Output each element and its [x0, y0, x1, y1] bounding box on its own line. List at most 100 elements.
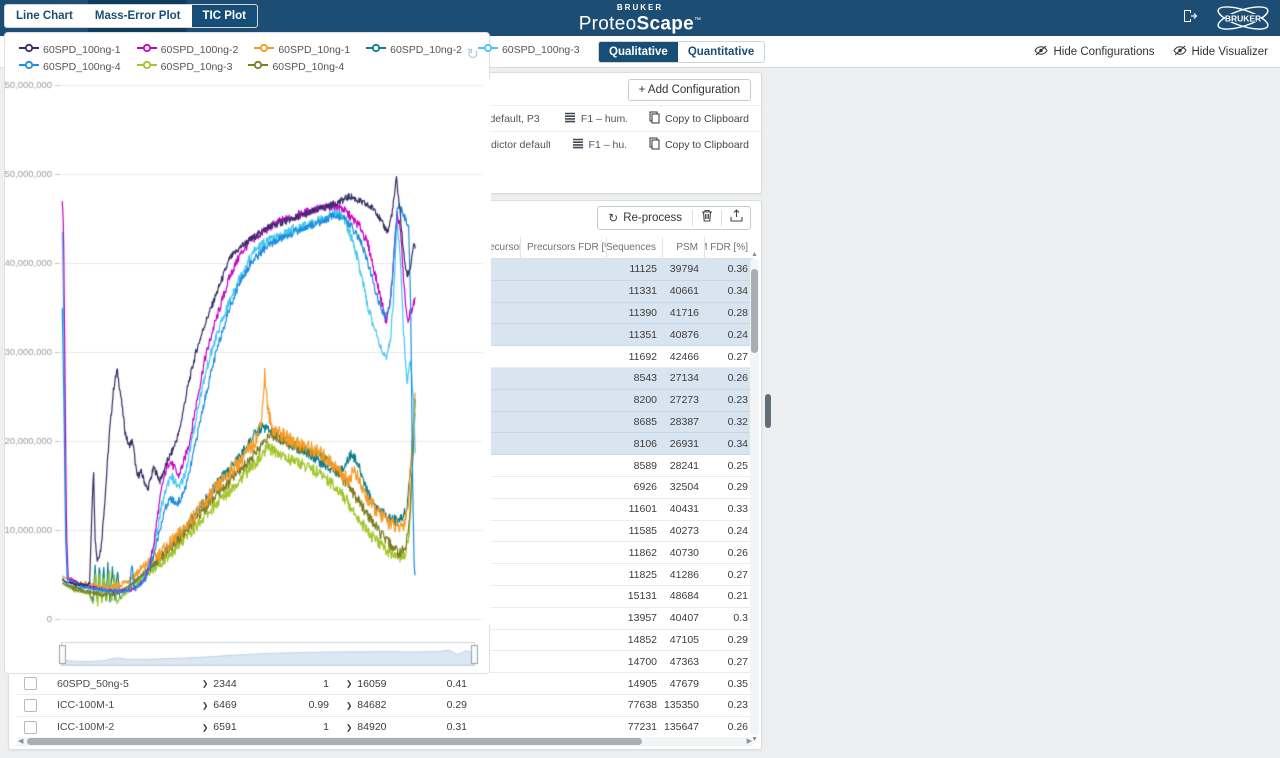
- reprocess-button[interactable]: ↻ Re-process: [598, 207, 692, 229]
- psm-cell: 27273: [663, 390, 705, 411]
- precursors-cell: [473, 695, 521, 716]
- sequences-cell: 11585: [607, 521, 663, 542]
- sequences-cell: 13957: [607, 608, 663, 629]
- precursors-cell: [473, 717, 521, 737]
- row-checkbox[interactable]: [24, 677, 37, 690]
- peptides-expand[interactable]: ❯84920: [341, 720, 394, 734]
- copy-to-clipboard-button[interactable]: Copy to Clipboard: [649, 111, 749, 127]
- psm-cell: 40407: [663, 608, 705, 629]
- precursors-fdr-cell: [521, 717, 607, 737]
- legend-marker-icon: [478, 43, 498, 56]
- precursors-fdr-cell: [521, 281, 607, 302]
- viz-tab-tic-plot[interactable]: TIC Plot: [192, 5, 257, 27]
- action-hide-visualizer[interactable]: Hide Visualizer: [1173, 45, 1269, 59]
- legend-item[interactable]: 60SPD_100ng-4: [19, 60, 121, 73]
- sequences-cell: 14905: [607, 673, 663, 694]
- precursors-fdr-cell: [521, 499, 607, 520]
- psm-fdr-cell: 0.34: [705, 281, 753, 302]
- row-checkbox[interactable]: [24, 699, 37, 712]
- legend-label: 60SPD_100ng-1: [43, 44, 121, 56]
- scroll-left-arrow[interactable]: ◀: [18, 737, 23, 745]
- export-icon: [730, 209, 743, 227]
- precursors-fdr-cell: [521, 412, 607, 433]
- scroll-up-arrow[interactable]: ▲: [750, 251, 759, 258]
- protein-groups-expand[interactable]: ❯2344: [197, 677, 244, 691]
- sequences-cell: 11601: [607, 499, 663, 520]
- peptides-expand[interactable]: ❯16059: [341, 677, 394, 691]
- psm-cell: 47679: [663, 673, 705, 694]
- panel-splitter-handle[interactable]: [765, 394, 771, 428]
- peptides-value: 84682: [357, 699, 386, 711]
- psm-cell: 40431: [663, 499, 705, 520]
- copy-to-clipboard-button[interactable]: Copy to Clipboard: [649, 137, 749, 153]
- psm-cell: 135647: [663, 717, 705, 737]
- add-configuration-button[interactable]: + Add Configuration: [628, 79, 751, 101]
- vertical-scrollbar-thumb[interactable]: [751, 269, 758, 353]
- legend-item[interactable]: 60SPD_100ng-3: [478, 43, 580, 56]
- psm-cell: 27134: [663, 368, 705, 389]
- legend-label: 60SPD_10ng-4: [272, 61, 344, 73]
- table-row[interactable]: ICC-100M-2❯65911❯849200.31772311356470.2…: [17, 717, 753, 737]
- protein-groups-cell: ❯2344: [191, 673, 265, 694]
- legend-item[interactable]: 60SPD_10ng-2: [366, 43, 462, 56]
- legend-item[interactable]: 60SPD_10ng-3: [137, 60, 233, 73]
- datazoom-slider[interactable]: [57, 639, 479, 669]
- view-toggle-qualitative[interactable]: Qualitative: [599, 42, 678, 62]
- horizontal-scrollbar[interactable]: ◀ ▶: [17, 737, 753, 746]
- column-header-psmfdr[interactable]: PSM FDR [%]: [705, 237, 753, 258]
- table-row[interactable]: ICC-100M-1❯64690.99❯846820.2977638135350…: [17, 695, 753, 717]
- svg-text:BRUKER: BRUKER: [1225, 14, 1261, 24]
- psm-fdr-cell: 0.27: [705, 651, 753, 672]
- action-hide-configurations[interactable]: Hide Configurations: [1034, 45, 1154, 59]
- precursors-cell: [473, 673, 521, 694]
- viz-tab-line-chart[interactable]: Line Chart: [5, 5, 84, 27]
- logout-icon[interactable]: [1182, 8, 1198, 29]
- visualizer-tabs: Line ChartMass-Error PlotTIC Plot: [4, 4, 258, 28]
- legend-item[interactable]: 60SPD_10ng-4: [248, 60, 344, 73]
- viz-tab-mass-error-plot[interactable]: Mass-Error Plot: [84, 5, 192, 27]
- scroll-right-arrow[interactable]: ▶: [747, 737, 752, 745]
- precursors-fdr-cell: [521, 324, 607, 345]
- samples-toolbar: ↻ Re-process: [597, 206, 751, 230]
- column-header-precfdr[interactable]: Precursors FDR [%]: [521, 237, 607, 258]
- delete-samples-button[interactable]: [693, 207, 721, 229]
- eye-slash-icon: [1034, 45, 1048, 59]
- export-samples-button[interactable]: [722, 207, 750, 229]
- fasta-list-icon: [572, 138, 584, 152]
- psm-cell: 32504: [663, 477, 705, 498]
- peptide-fdr-cell: 0.41: [401, 673, 473, 694]
- legend-row: 60SPD_100ng-160SPD_100ng-260SPD_10ng-160…: [19, 43, 453, 56]
- precursors-fdr-cell: [521, 673, 607, 694]
- protein-groups-value: 2344: [213, 678, 236, 690]
- psm-fdr-cell: 0.29: [705, 477, 753, 498]
- chart-refresh-icon[interactable]: ↻: [466, 45, 479, 63]
- column-header-seq[interactable]: Sequences: [607, 237, 663, 258]
- precursors-fdr-cell: [521, 630, 607, 651]
- legend-item[interactable]: 60SPD_100ng-1: [19, 43, 121, 56]
- psm-cell: 47363: [663, 651, 705, 672]
- vertical-scrollbar[interactable]: ▲ ▼: [750, 259, 759, 735]
- sequences-cell: 77231: [607, 717, 663, 737]
- precursors-fdr-cell: [521, 695, 607, 716]
- expand-chevron-icon: ❯: [346, 723, 352, 732]
- peptide-fdr-cell: 0.31: [401, 717, 473, 737]
- bruker-logo: BRUKER: [1214, 3, 1272, 33]
- legend-item[interactable]: 60SPD_10ng-1: [254, 43, 350, 56]
- sequences-cell: 77638: [607, 695, 663, 716]
- protein-groups-expand[interactable]: ❯6591: [197, 720, 244, 734]
- row-checkbox[interactable]: [24, 721, 37, 734]
- view-toggle-quantitative[interactable]: Quantitative: [678, 42, 764, 62]
- action-label: Hide Configurations: [1053, 46, 1154, 58]
- tic-plot-canvas[interactable]: [5, 79, 491, 625]
- peptides-expand[interactable]: ❯84682: [341, 698, 394, 712]
- sequences-cell: 6926: [607, 477, 663, 498]
- column-header-label: Precursors FDR [%]: [527, 242, 607, 253]
- legend-item[interactable]: 60SPD_100ng-2: [137, 43, 239, 56]
- psm-cell: 40876: [663, 324, 705, 345]
- column-header-psm[interactable]: PSM: [663, 237, 705, 258]
- protein-fdr-cell: 1: [265, 673, 335, 694]
- protein-groups-expand[interactable]: ❯6469: [197, 698, 244, 712]
- psm-fdr-cell: 0.35: [705, 673, 753, 694]
- horizontal-scrollbar-thumb[interactable]: [27, 738, 642, 745]
- table-row[interactable]: 60SPD_50ng-5❯23441❯160590.4114905476790.…: [17, 673, 753, 695]
